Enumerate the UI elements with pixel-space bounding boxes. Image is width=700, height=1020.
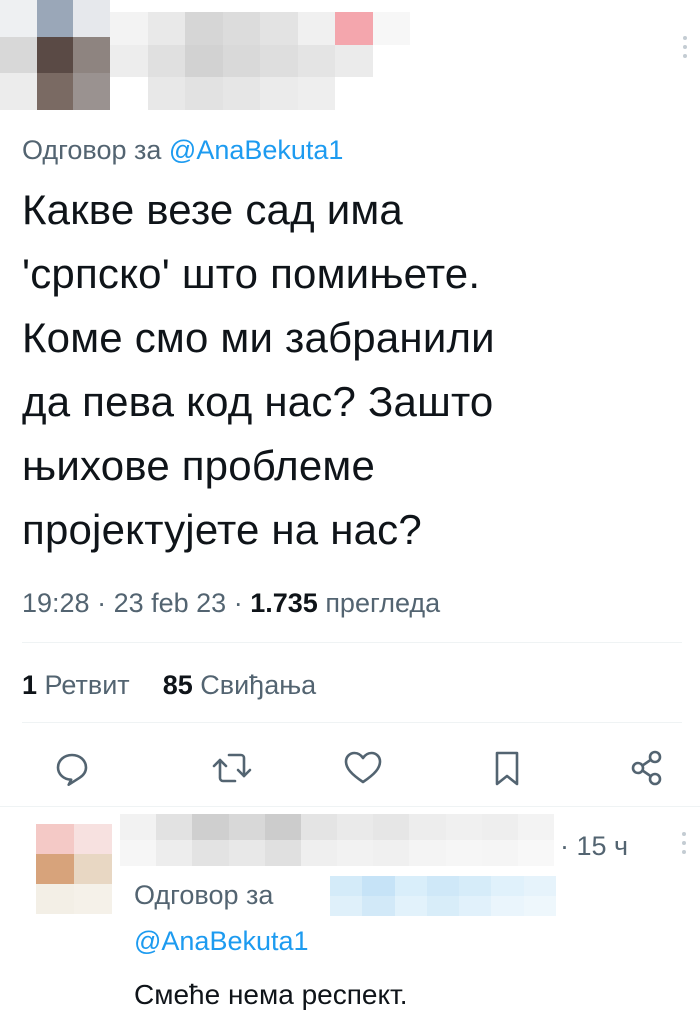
reply-handle-link[interactable]: @AnaBekuta1 <box>169 135 344 165</box>
tweet-text-line: Коме смо ми забранили <box>22 314 495 361</box>
reply-icon[interactable] <box>52 748 92 788</box>
share-icon[interactable] <box>628 748 668 788</box>
tweet-time[interactable]: 19:28 <box>22 588 90 618</box>
retweets-label: Ретвит <box>44 670 130 700</box>
tweet-meta: 19:28 · 23 feb 23 · 1.735 прегледа <box>22 588 441 618</box>
divider <box>22 722 682 723</box>
reply-context: Одговор за @AnaBekuta1 <box>22 130 343 170</box>
reply-timestamp[interactable]: · 15 ч <box>560 826 628 866</box>
author-name-blurred[interactable] <box>110 12 410 110</box>
author-avatar-blurred[interactable] <box>0 0 110 110</box>
views-label: прегледа <box>325 588 441 618</box>
heart-icon[interactable] <box>342 748 384 788</box>
tweet-text-line: да пева код нас? Зашто <box>22 378 494 425</box>
reply-text: Смеће нема респект. <box>134 979 408 1010</box>
tweet-stats: 1 Ретвит 85 Свиђања <box>22 665 316 705</box>
retweets-stat[interactable]: 1 Ретвит <box>22 670 137 700</box>
reply-context-blurred[interactable] <box>330 876 556 916</box>
reply-author-blurred[interactable] <box>120 814 554 866</box>
tweet-date[interactable]: 23 feb 23 <box>114 588 227 618</box>
bookmark-icon[interactable] <box>490 748 524 788</box>
retweets-count: 1 <box>22 670 38 700</box>
reply-avatar-blurred[interactable] <box>36 824 112 914</box>
divider <box>22 642 682 643</box>
reply-prefix: Одговор за <box>22 135 162 165</box>
likes-stat[interactable]: 85 Свиђања <box>163 670 316 700</box>
tweet-text-line: њихове проблеме <box>22 442 376 489</box>
likes-count: 85 <box>162 670 193 700</box>
likes-label: Свиђања <box>200 670 317 700</box>
tweet-text-line: Какве везе сад има <box>22 186 403 233</box>
reply-context-prefix: Одговор за <box>134 880 274 910</box>
views-count: 1.735 <box>250 588 318 618</box>
reply-time-ago: 15 ч <box>576 831 629 861</box>
reply-more-options-icon[interactable] <box>682 832 686 859</box>
reply-handle-link[interactable]: @AnaBekuta1 <box>134 922 309 960</box>
retweet-icon[interactable] <box>210 748 254 788</box>
divider <box>0 806 700 807</box>
tweet-text-line: пројектујете на нас? <box>22 506 422 553</box>
more-options-icon[interactable] <box>683 36 687 63</box>
tweet-text: Какве везе сад има 'српско' што помињете… <box>22 178 495 562</box>
tweet-text-line: 'српско' што помињете. <box>22 250 481 297</box>
